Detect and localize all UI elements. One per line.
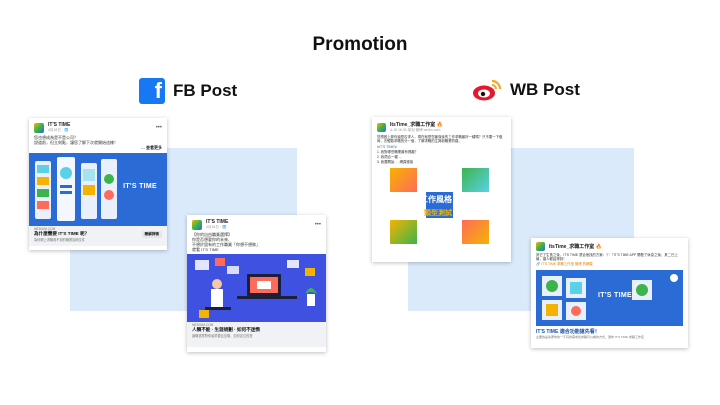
workspace-illustration — [195, 258, 317, 318]
wb-label-text: WB Post — [510, 80, 580, 99]
page-avatar — [34, 122, 44, 133]
page-title: Promotion — [312, 34, 408, 55]
link-subtitle: 主要的是先著你的一不同的需求從求職可以看的方式，邀你 IT'S TIME 求職工… — [536, 334, 644, 339]
account-name[interactable]: ItsTime_求職工作室 🔥 — [390, 121, 443, 128]
wb-section-label: WB Post — [472, 78, 580, 102]
more-options-icon[interactable]: ••• — [315, 222, 321, 228]
overlay-text: 工作風格 — [420, 194, 452, 204]
post-image[interactable] — [187, 254, 326, 322]
post-timestamp: 4月18日 · 🌐 — [206, 225, 227, 229]
learn-more-button[interactable]: 瞭解詳情 — [141, 231, 162, 238]
weibo-logo-icon — [473, 79, 502, 101]
page-avatar — [192, 219, 202, 230]
grid-image[interactable] — [462, 167, 489, 192]
account-name[interactable]: ItsTime_求職工作室 🔥 — [549, 243, 602, 250]
account-avatar — [536, 242, 545, 251]
overlay-text: 類型測試 — [424, 208, 452, 217]
grid-image[interactable] — [390, 219, 417, 244]
post-text: 說道前，但立刻點，讓您了解下次就開始這樣！ — [34, 140, 118, 145]
fb-post-1[interactable]: IT'S TIME 4月18日 · 🌐 ••• 您也想成為是不是公司？ 說道前，… — [29, 118, 167, 250]
post-timestamp: 4月18日 · 🌐 — [48, 128, 69, 132]
see-more-link[interactable]: … 查看更多 — [29, 145, 167, 150]
wb-post-1[interactable]: ItsTime_求職工作室 🔥 4-18 16:30 來自 微博 weibo.c… — [372, 117, 511, 262]
fb-label-text: FB Post — [173, 81, 238, 100]
grid-image[interactable] — [390, 167, 417, 192]
post-link[interactable]: 🔗 IT'S TIME 求職工作室 微博 的網頁 — [531, 262, 688, 267]
post-image[interactable]: IT'S TIME — [29, 153, 167, 226]
fb-section-label: f FB Post — [139, 78, 237, 104]
banner-text: IT'S TIME — [598, 291, 632, 299]
post-text: 就看 IT'S TIME — [192, 247, 219, 252]
banner-text: IT'S TIME — [123, 183, 157, 190]
fb-post-2[interactable]: IT'S TIME 4月18日 · 🌐 ••• 【你的自由職業選擇】 你是否想要… — [187, 215, 326, 352]
account-avatar — [377, 122, 386, 132]
link-title[interactable]: IT'S TIME 適合功能搶先看！ — [531, 328, 688, 335]
post-text: 其它了生長之後，IT'S TIME 適合他找的方案：① 「IT'S TIME A… — [536, 253, 678, 262]
facebook-logo-icon: f — [139, 78, 165, 104]
image-grid[interactable]: 工作風格 類型測試 — [390, 167, 490, 246]
grid-image[interactable] — [462, 219, 489, 244]
post-text: 您想做上那你還是否求人，現在就是您最強後的工作求職最好一種嗎？只不要一下做時，去… — [377, 135, 503, 144]
more-options-icon[interactable]: ••• — [156, 125, 162, 131]
post-image[interactable]: IT'S TIME — [536, 269, 683, 326]
wb-post-2[interactable]: ItsTime_求職工作室 🔥 其它了生長之後，IT'S TIME 適合他找的方… — [531, 238, 688, 348]
post-time: 4-18 16:30 來自 微博 weibo.com — [390, 128, 441, 132]
link-subtitle: 論職選擇對你最重要且至關、如何定位的是 — [192, 334, 253, 338]
post-text: 3. 我要開始 … 網頁鏈接 — [377, 159, 414, 164]
